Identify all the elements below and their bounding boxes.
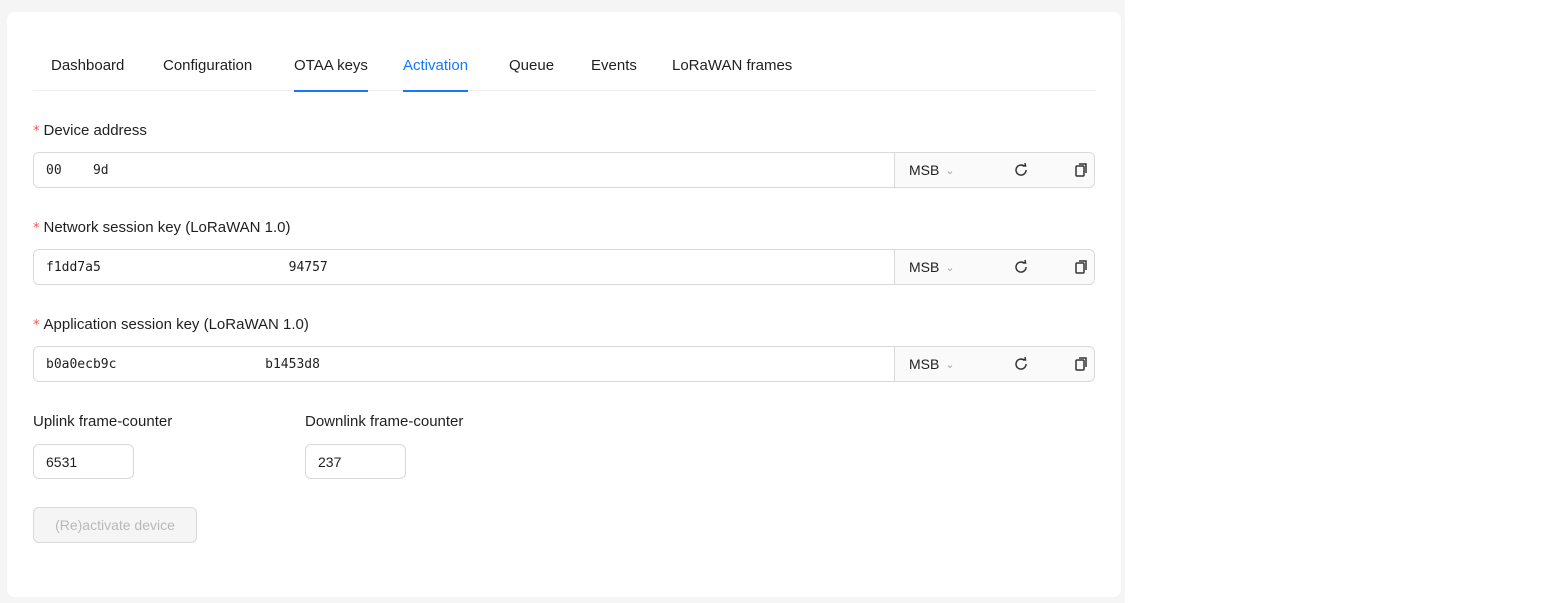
nwk-s-key-input[interactable] bbox=[34, 250, 894, 284]
copy-button[interactable] bbox=[1051, 250, 1094, 284]
tab-label: Dashboard bbox=[51, 57, 125, 74]
copy-icon bbox=[1075, 260, 1087, 274]
uplink-counter-input[interactable] bbox=[33, 444, 134, 479]
generate-button[interactable] bbox=[991, 153, 1051, 187]
tab-label: Configuration bbox=[163, 57, 253, 74]
byte-order-select[interactable]: MSB ⌄ bbox=[895, 250, 991, 284]
app-s-key-label-text: Application session key (LoRaWAN 1.0) bbox=[43, 316, 309, 333]
byte-order-value: MSB bbox=[909, 162, 940, 178]
chevron-down-icon: ⌄ bbox=[945, 357, 955, 371]
byte-order-value: MSB bbox=[909, 259, 940, 275]
device-address-label-text: Device address bbox=[43, 122, 147, 139]
tab-events[interactable]: Events bbox=[591, 52, 637, 91]
required-marker: * bbox=[33, 124, 40, 139]
active-tab-indicator bbox=[403, 90, 469, 92]
tab-label: Queue bbox=[509, 57, 555, 74]
required-marker: * bbox=[33, 221, 40, 236]
byte-order-value: MSB bbox=[909, 356, 940, 372]
nwk-s-key-addon: MSB ⌄ bbox=[894, 250, 1094, 284]
generate-button[interactable] bbox=[991, 347, 1051, 381]
generate-button[interactable] bbox=[991, 250, 1051, 284]
app-s-key-addon: MSB ⌄ bbox=[894, 347, 1094, 381]
byte-order-select[interactable]: MSB ⌄ bbox=[895, 153, 991, 187]
reactivate-device-button[interactable]: (Re)activate device bbox=[33, 507, 197, 543]
activation-card: Dashboard Configuration OTAA keys Activa… bbox=[7, 12, 1121, 597]
downlink-counter-input[interactable] bbox=[305, 444, 406, 479]
tab-underline bbox=[294, 90, 368, 92]
nwk-s-key-field: MSB ⌄ bbox=[33, 249, 1095, 285]
byte-order-select[interactable]: MSB ⌄ bbox=[895, 347, 991, 381]
tab-label: Events bbox=[591, 57, 637, 74]
nwk-s-key-label: * Network session key (LoRaWAN 1.0) bbox=[33, 219, 291, 236]
device-address-field: MSB ⌄ bbox=[33, 152, 1095, 188]
copy-button[interactable] bbox=[1051, 347, 1094, 381]
copy-icon bbox=[1075, 163, 1087, 177]
refresh-icon bbox=[1015, 356, 1027, 370]
app-s-key-input[interactable] bbox=[34, 347, 894, 381]
copy-icon bbox=[1075, 357, 1087, 371]
tab-label: OTAA keys bbox=[294, 57, 368, 74]
device-address-addon: MSB ⌄ bbox=[894, 153, 1094, 187]
tab-activation[interactable]: Activation bbox=[403, 52, 469, 92]
copy-button[interactable] bbox=[1051, 153, 1094, 187]
nwk-s-key-label-text: Network session key (LoRaWAN 1.0) bbox=[43, 219, 291, 236]
tab-label: Activation bbox=[403, 57, 469, 74]
tab-otaa-keys[interactable]: OTAA keys bbox=[294, 52, 368, 92]
uplink-counter-label: Uplink frame-counter bbox=[33, 413, 173, 430]
refresh-icon bbox=[1015, 259, 1027, 273]
refresh-icon bbox=[1015, 162, 1027, 176]
chevron-down-icon: ⌄ bbox=[945, 260, 955, 274]
tab-configuration[interactable]: Configuration bbox=[163, 52, 252, 91]
device-address-label: * Device address bbox=[33, 122, 147, 139]
tab-dashboard[interactable]: Dashboard bbox=[51, 52, 124, 91]
tab-queue[interactable]: Queue bbox=[509, 52, 554, 91]
required-marker: * bbox=[33, 318, 40, 333]
downlink-counter-label: Downlink frame-counter bbox=[305, 413, 464, 430]
tab-bar: Dashboard Configuration OTAA keys Activa… bbox=[33, 52, 1096, 92]
tab-lorawan-frames[interactable]: LoRaWAN frames bbox=[672, 52, 792, 91]
app-s-key-label: * Application session key (LoRaWAN 1.0) bbox=[33, 316, 309, 333]
app-s-key-field: MSB ⌄ bbox=[33, 346, 1095, 382]
chevron-down-icon: ⌄ bbox=[945, 163, 955, 177]
tab-label: LoRaWAN frames bbox=[672, 57, 793, 74]
device-address-input[interactable] bbox=[34, 153, 894, 187]
